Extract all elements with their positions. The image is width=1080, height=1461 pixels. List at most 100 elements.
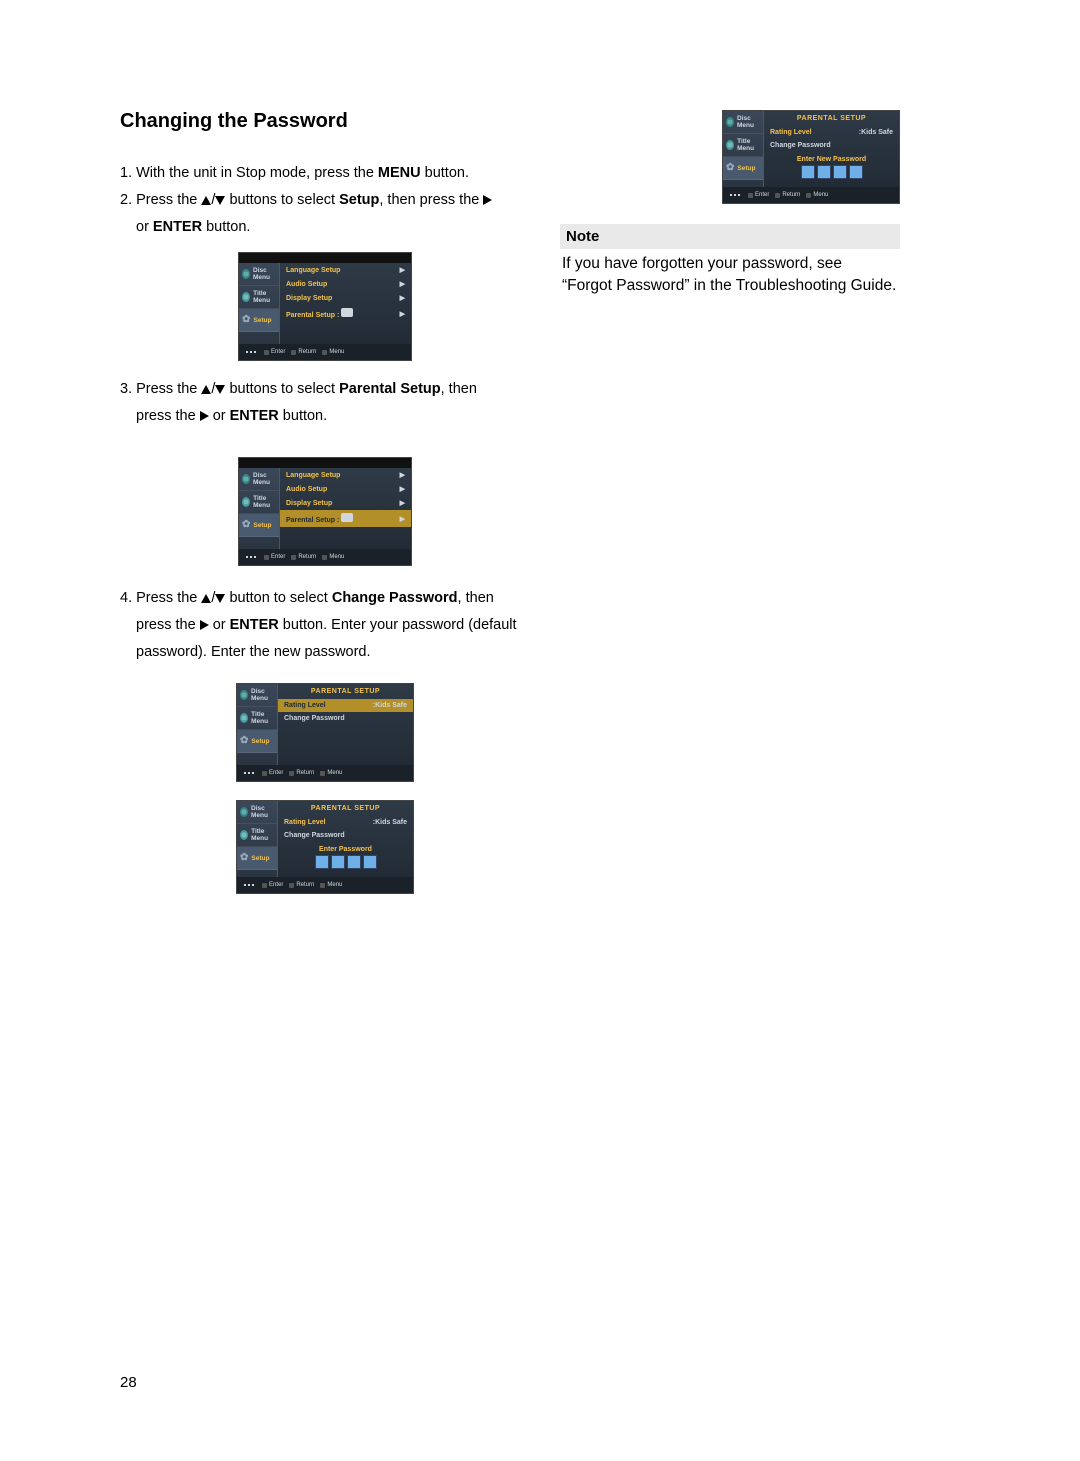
menu-item: Language Setup	[286, 472, 340, 479]
foot-label: Return	[296, 770, 314, 776]
t: Change Password	[332, 590, 458, 606]
t: 1. With the unit in Stop mode, press the	[120, 165, 378, 181]
menu-item: Parental Setup :	[286, 312, 339, 319]
side-label: Setup	[737, 165, 755, 172]
menu-item: Change Password	[770, 142, 831, 149]
t: ENTER	[230, 617, 279, 633]
side-label: Setup	[253, 317, 271, 324]
menu-value: :Kids Safe	[373, 702, 407, 709]
chevron-right-icon: ▶	[400, 471, 405, 479]
instructions-block: 3. Press the / buttons to select Parenta…	[120, 379, 530, 427]
t: button.	[421, 165, 469, 181]
step-4-cont1: press the or ENTER button. Enter your pa…	[120, 615, 530, 636]
t: press the	[136, 408, 200, 424]
step-2-cont: or ENTER button.	[120, 217, 530, 238]
step-3-cont: press the or ENTER button.	[120, 406, 530, 427]
side-label: Setup	[251, 738, 269, 745]
title-icon	[242, 292, 250, 302]
t: buttons to select	[225, 192, 339, 208]
gear-icon: ✿	[240, 736, 248, 746]
right-icon	[200, 411, 209, 421]
menu-value: :Kids Safe	[859, 129, 893, 136]
title-icon	[240, 713, 248, 723]
t: button. Enter your password (default	[279, 617, 517, 633]
title-icon	[242, 497, 250, 507]
foot-label: Menu	[329, 349, 344, 355]
t: press the	[136, 617, 200, 633]
t: button.	[202, 219, 250, 235]
chevron-right-icon: ▶	[400, 515, 405, 523]
gear-icon: ✿	[726, 163, 734, 173]
side-label: Title Menu	[253, 290, 279, 304]
t: ENTER	[153, 219, 202, 235]
side-label: Setup	[251, 855, 269, 862]
note-box: Note If you have forgotten your password…	[560, 224, 900, 302]
password-prompt: Enter New Password	[764, 152, 899, 165]
instructions-block: 1. With the unit in Stop mode, press the…	[120, 163, 530, 238]
side-label: Disc Menu	[253, 472, 279, 486]
password-boxes	[764, 165, 899, 187]
disc-icon	[240, 690, 248, 700]
t: ENTER	[230, 408, 279, 424]
right-icon	[200, 620, 209, 630]
note-line: “Forgot Password” in the Troubleshooting…	[562, 275, 898, 297]
dpad-icon	[242, 768, 256, 778]
down-icon	[215, 196, 225, 205]
menu-item: Rating Level	[770, 129, 812, 136]
menu-value: :Kids Safe	[373, 819, 407, 826]
menu-item: Rating Level	[284, 819, 326, 826]
menu-item: Change Password	[284, 832, 345, 839]
step-4: 4. Press the / button to select Change P…	[120, 588, 530, 609]
side-label: Title Menu	[251, 828, 277, 842]
down-icon	[215, 594, 225, 603]
down-icon	[215, 385, 225, 394]
menu-item: Change Password	[284, 715, 345, 722]
chevron-right-icon: ▶	[400, 310, 405, 318]
step-2: 2. Press the / buttons to select Setup, …	[120, 190, 530, 211]
side-label: Setup	[253, 522, 271, 529]
t: button to select	[225, 590, 331, 606]
menu-item: Rating Level	[284, 702, 326, 709]
t: or	[136, 219, 153, 235]
disc-icon	[726, 117, 734, 127]
foot-label: Return	[782, 192, 800, 198]
chevron-right-icon: ▶	[400, 280, 405, 288]
step-3: 3. Press the / buttons to select Parenta…	[120, 379, 530, 400]
foot-label: Menu	[327, 770, 342, 776]
osd-title: PARENTAL SETUP	[764, 111, 899, 126]
dpad-icon	[244, 347, 258, 357]
lock-icon	[341, 513, 353, 522]
foot-label: Enter	[271, 349, 285, 355]
t: Setup	[339, 192, 379, 208]
step-4-cont2: password). Enter the new password.	[120, 642, 530, 663]
up-icon	[201, 196, 211, 205]
osd-parental-list: Disc Menu Title Menu ✿Setup PARENTAL SET…	[236, 683, 414, 782]
instructions-block: 4. Press the / button to select Change P…	[120, 588, 530, 663]
t: 2. Press the	[120, 192, 201, 208]
t: MENU	[378, 165, 421, 181]
foot-label: Menu	[327, 882, 342, 888]
up-icon	[201, 385, 211, 394]
chevron-right-icon: ▶	[400, 294, 405, 302]
gear-icon: ✿	[240, 853, 248, 863]
up-icon	[201, 594, 211, 603]
side-label: Disc Menu	[737, 115, 763, 129]
page-number: 28	[120, 1374, 137, 1391]
menu-item: Display Setup	[286, 500, 332, 507]
menu-item: Language Setup	[286, 267, 340, 274]
dpad-icon	[244, 552, 258, 562]
side-label: Disc Menu	[253, 267, 279, 281]
chevron-right-icon: ▶	[400, 499, 405, 507]
menu-item: Display Setup	[286, 295, 332, 302]
osd-setup-menu-1: Disc Menu Title Menu ✿Setup Language Set…	[238, 252, 412, 361]
disc-icon	[240, 807, 248, 817]
foot-label: Return	[296, 882, 314, 888]
foot-label: Menu	[329, 554, 344, 560]
title-icon	[726, 140, 734, 150]
t: password). Enter the new password.	[136, 644, 371, 660]
side-label: Disc Menu	[251, 805, 277, 819]
password-prompt: Enter Password	[278, 842, 413, 855]
t: Parental Setup	[339, 381, 441, 397]
osd-setup-menu-2: Disc Menu Title Menu ✿Setup Language Set…	[238, 457, 412, 566]
foot-label: Return	[298, 554, 316, 560]
